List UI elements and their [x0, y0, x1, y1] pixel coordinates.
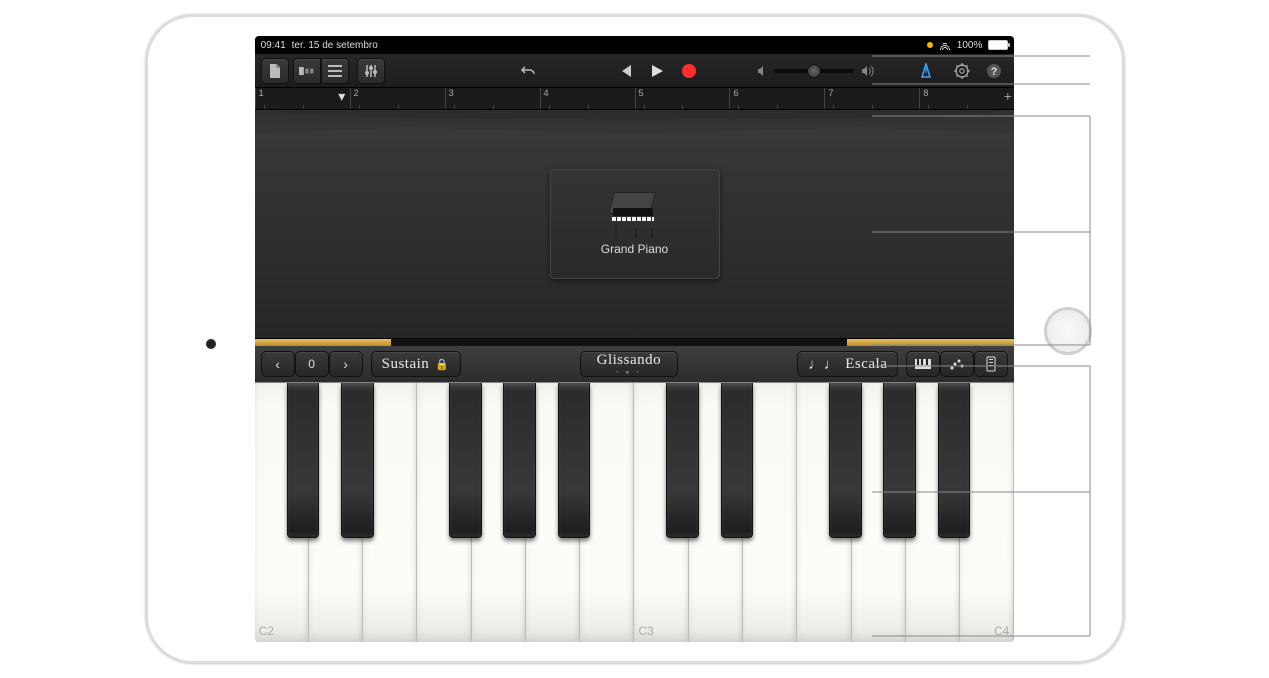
undo-button[interactable]: [514, 58, 542, 84]
instrument-name: Grand Piano: [601, 242, 668, 256]
record-button[interactable]: [675, 58, 703, 84]
app-screen: 09:41 ter. 15 de setembro 100%: [255, 36, 1015, 641]
go-to-start-button[interactable]: [611, 58, 639, 84]
metronome-button[interactable]: [912, 58, 940, 84]
help-button[interactable]: ?: [980, 58, 1008, 84]
arpeggiator-button[interactable]: [940, 351, 974, 377]
black-key[interactable]: [558, 383, 591, 538]
black-key[interactable]: [938, 383, 971, 538]
black-key[interactable]: [721, 383, 754, 538]
piano-keyboard[interactable]: C2 C3 C4: [255, 382, 1015, 641]
keyboard-controls: ‹ 0 › Sustain 🔒 Glissando • ● • ♩♩ Escal…: [255, 346, 1015, 382]
ruler-mark: 4: [540, 88, 635, 109]
black-key[interactable]: [287, 383, 320, 538]
note-icon: ♩♩: [808, 356, 839, 373]
home-button[interactable]: [1044, 307, 1092, 355]
black-key[interactable]: [341, 383, 374, 538]
track-controls-button[interactable]: [357, 58, 385, 84]
add-section-button[interactable]: ＋: [1003, 90, 1012, 103]
key-label: C4: [994, 624, 1009, 638]
ipad-frame: 09:41 ter. 15 de setembro 100%: [145, 14, 1125, 664]
grand-piano-icon: [607, 192, 663, 236]
timeline-ruler[interactable]: ▾ 1 2 3 4 5 6 7 8 ＋: [255, 88, 1015, 110]
volume-low-icon: [756, 65, 768, 77]
wifi-icon: [939, 40, 951, 50]
ruler-mark: 7: [824, 88, 919, 109]
octave-value: 0: [295, 351, 329, 377]
battery-percent: 100%: [957, 40, 983, 51]
recording-indicator-icon: [927, 42, 933, 48]
volume-high-icon: [860, 65, 874, 77]
scale-button[interactable]: ♩♩ Escala: [797, 351, 898, 377]
tracks-view-button[interactable]: [321, 58, 349, 84]
black-key[interactable]: [449, 383, 482, 538]
glissando-button[interactable]: Glissando • ● •: [580, 351, 679, 377]
svg-text:?: ?: [991, 66, 998, 78]
record-icon: [682, 64, 696, 78]
ruler-mark: 3: [445, 88, 540, 109]
black-key[interactable]: [883, 383, 916, 538]
my-songs-button[interactable]: [261, 58, 289, 84]
status-date: ter. 15 de setembro: [292, 40, 378, 51]
status-time: 09:41: [261, 40, 286, 51]
black-key[interactable]: [503, 383, 536, 538]
key-label: C3: [638, 624, 653, 638]
sustain-button[interactable]: Sustain 🔒: [371, 351, 461, 377]
control-bar: ?: [255, 54, 1015, 88]
octave-down-button[interactable]: ‹: [261, 351, 295, 377]
key-label: C2: [259, 624, 274, 638]
ruler-mark: 1: [255, 88, 350, 109]
ruler-mark: 6: [729, 88, 824, 109]
front-camera: [206, 339, 216, 349]
page-dots-icon: • ● •: [616, 370, 642, 376]
ruler-mark: 8: [919, 88, 1014, 109]
keyboard-layout-button[interactable]: [906, 351, 940, 377]
instrument-area: Grand Piano: [255, 110, 1015, 338]
battery-icon: [988, 40, 1008, 50]
play-button[interactable]: [643, 58, 671, 84]
ruler-mark: 5: [635, 88, 730, 109]
black-key[interactable]: [666, 383, 699, 538]
keyboard-navigator[interactable]: [255, 338, 1015, 346]
master-volume-slider[interactable]: [756, 65, 874, 77]
browser-button[interactable]: [293, 58, 321, 84]
settings-button[interactable]: [948, 58, 976, 84]
octave-up-button[interactable]: ›: [329, 351, 363, 377]
keyboard-settings-button[interactable]: [974, 351, 1008, 377]
black-key[interactable]: [829, 383, 862, 538]
lock-icon: 🔒: [435, 358, 449, 371]
ruler-mark: 2: [350, 88, 445, 109]
sound-selector[interactable]: Grand Piano: [550, 169, 720, 279]
ios-status-bar: 09:41 ter. 15 de setembro 100%: [255, 36, 1015, 54]
